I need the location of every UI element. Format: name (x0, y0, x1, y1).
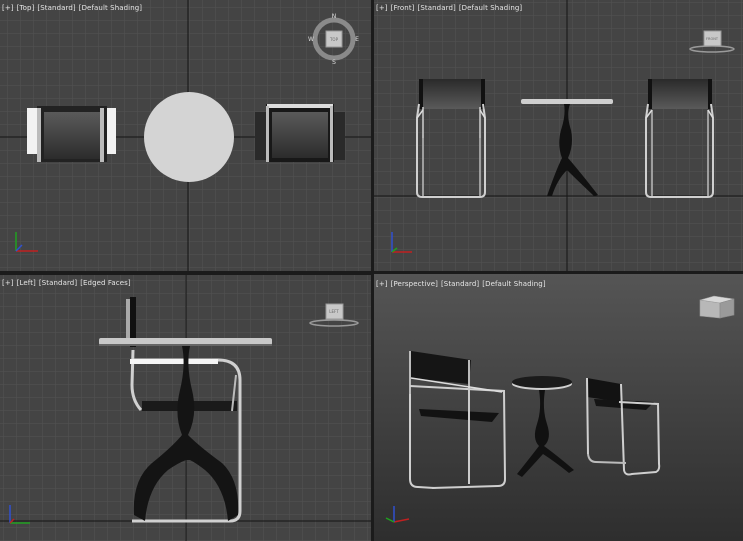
viewcube-icon[interactable] (699, 295, 735, 319)
perspective-viewport-canvas[interactable] (374, 274, 743, 541)
viewport-view-label[interactable]: [Front] (391, 4, 415, 12)
table-top-view (144, 92, 234, 182)
chair-top-right (255, 104, 345, 162)
viewport-label-perspective[interactable]: [+] [Perspective] [Standard] [Default Shadi… (376, 280, 549, 288)
viewport-shading-label[interactable]: [Default Shading] (482, 280, 545, 288)
viewport-label-left[interactable]: [+] [Left] [Standard] [Edged Faces] (2, 279, 134, 287)
chair-top-left (27, 106, 116, 162)
viewport-style-label[interactable]: [Standard] (39, 279, 77, 287)
viewport-style-label[interactable]: [Standard] (441, 280, 479, 288)
viewcube-face-left: LEFT (329, 309, 339, 314)
viewport-front[interactable]: FRONT [+] [Front] [Standard] [Default Shadi… (374, 0, 743, 271)
viewport-view-label[interactable]: [Left] (17, 279, 36, 287)
viewport-view-label[interactable]: [Perspective] (391, 280, 438, 288)
viewport-perspective[interactable]: [+] [Perspective] [Standard] [Default Shadi… (374, 274, 743, 541)
viewport-label-front[interactable]: [+] [Front] [Standard] [Default Shading] (376, 4, 525, 12)
viewcube-face-front: FRONT (706, 37, 719, 41)
compass-w: W (308, 36, 314, 43)
top-viewport-canvas[interactable]: TOP N S E W (0, 0, 371, 271)
viewport-label-top[interactable]: [+] [Top] [Standard] [Default Shading] (2, 4, 145, 12)
viewport-shading-label[interactable]: [Default Shading] (459, 4, 522, 12)
compass-s: S (332, 59, 336, 66)
viewport-menu-plus[interactable]: [+] (2, 4, 14, 12)
viewport-left[interactable]: LEFT [+] [Left] [Standard] [Edged Faces] (0, 275, 371, 541)
compass-n: N (332, 13, 337, 20)
compass-e: E (355, 36, 359, 43)
viewport-shading-label[interactable]: [Edged Faces] (80, 279, 131, 287)
viewport-menu-plus[interactable]: [+] (2, 279, 14, 287)
viewport-menu-plus[interactable]: [+] (376, 280, 388, 288)
left-viewport-canvas[interactable]: LEFT (0, 275, 371, 541)
viewcube-face-top: TOP (329, 37, 339, 42)
viewport-menu-plus[interactable]: [+] (376, 4, 388, 12)
viewport-view-label[interactable]: [Top] (17, 4, 35, 12)
viewport-style-label[interactable]: [Standard] (418, 4, 456, 12)
front-viewport-canvas[interactable]: FRONT (374, 0, 743, 271)
viewport-top[interactable]: TOP N S E W [+] [Top] [Standard] [Default S… (0, 0, 371, 271)
viewport-shading-label[interactable]: [Default Shading] (79, 4, 142, 12)
viewport-style-label[interactable]: [Standard] (37, 4, 75, 12)
